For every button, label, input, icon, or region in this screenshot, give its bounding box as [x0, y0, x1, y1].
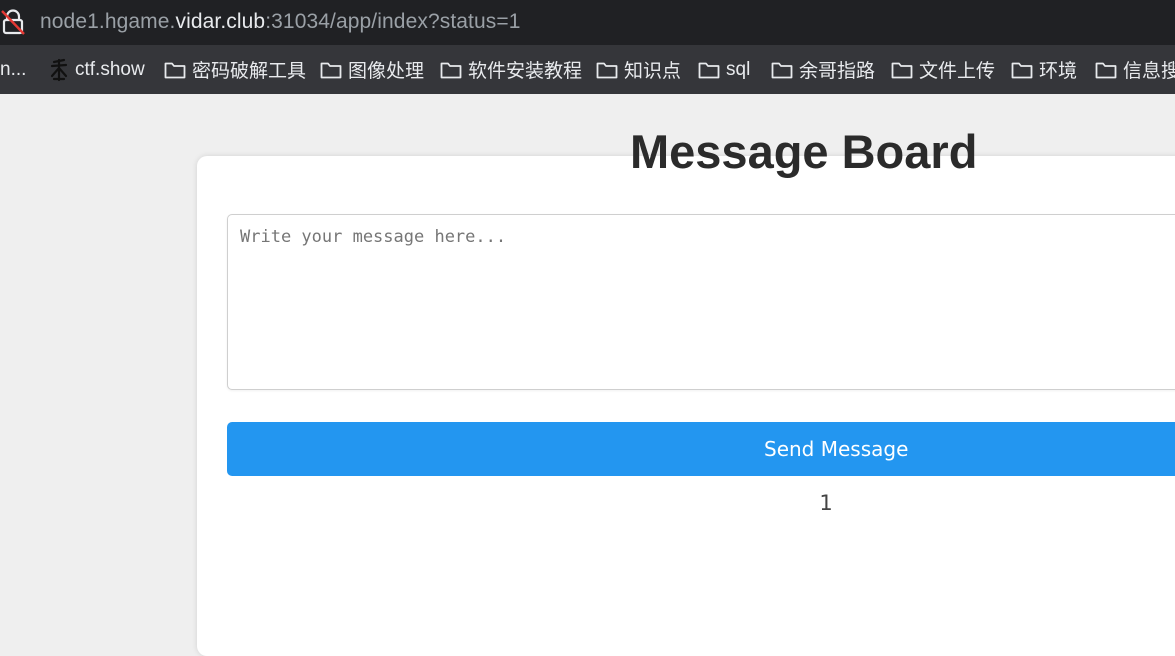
folder-icon: [440, 62, 462, 78]
url-prefix: node1.hgame.: [40, 10, 176, 33]
bookmark-folder-software-install[interactable]: 软件安装教程: [440, 45, 582, 94]
message-textarea[interactable]: [227, 214, 1175, 390]
folder-icon: [596, 62, 618, 78]
status-counter: 1: [819, 491, 833, 515]
folder-icon: [1011, 62, 1033, 78]
bookmark-folder-password-tools[interactable]: 密码破解工具: [164, 45, 306, 94]
bookmark-label: ctf.show: [75, 58, 145, 80]
bookmarks-bar: n... ctf.show 密码破解工具 图像处理 软件安装教程 知识点 sql…: [0, 45, 1175, 94]
bookmark-folder-guide[interactable]: 余哥指路: [771, 45, 875, 94]
bookmark-ctfshow[interactable]: ctf.show: [48, 45, 145, 94]
bookmark-label: 信息搜: [1123, 61, 1175, 82]
folder-icon: [891, 62, 913, 78]
folder-icon: [771, 62, 793, 78]
bookmark-truncated[interactable]: n...: [0, 45, 26, 94]
bookmark-label: 知识点: [624, 61, 682, 82]
bookmark-label: n...: [0, 58, 27, 80]
folder-icon: [164, 62, 186, 78]
address-bar[interactable]: node1.hgame.vidar.club:31034/app/index?s…: [0, 0, 1175, 45]
bookmark-label: 余哥指路: [799, 61, 876, 82]
bookmark-folder-info-search[interactable]: 信息搜: [1095, 45, 1175, 94]
bookmark-label: 图像处理: [348, 61, 425, 82]
folder-icon: [1095, 62, 1117, 78]
ctfshow-icon: [50, 58, 68, 81]
bookmark-label: sql: [726, 58, 751, 80]
bookmark-folder-file-upload[interactable]: 文件上传: [891, 45, 995, 94]
url-text[interactable]: node1.hgame.vidar.club:31034/app/index?s…: [40, 9, 521, 35]
url-suffix: :31034/app/index?status=1: [265, 10, 521, 33]
bookmark-label: 文件上传: [919, 61, 996, 82]
folder-icon: [320, 62, 342, 78]
bookmark-folder-image-processing[interactable]: 图像处理: [320, 45, 424, 94]
url-host: vidar.club: [175, 10, 266, 33]
bookmark-folder-knowledge[interactable]: 知识点: [596, 45, 681, 94]
insecure-lock-icon[interactable]: [1, 9, 25, 35]
bookmark-label: 环境: [1039, 61, 1078, 82]
folder-icon: [698, 62, 720, 78]
send-message-button[interactable]: Send Message: [227, 422, 1175, 476]
bookmark-label: 软件安装教程: [468, 61, 583, 82]
bookmark-label: 密码破解工具: [192, 61, 307, 82]
page-title: Message Board: [630, 125, 978, 178]
bookmark-folder-environment[interactable]: 环境: [1011, 45, 1077, 94]
bookmark-folder-sql[interactable]: sql: [698, 45, 750, 94]
